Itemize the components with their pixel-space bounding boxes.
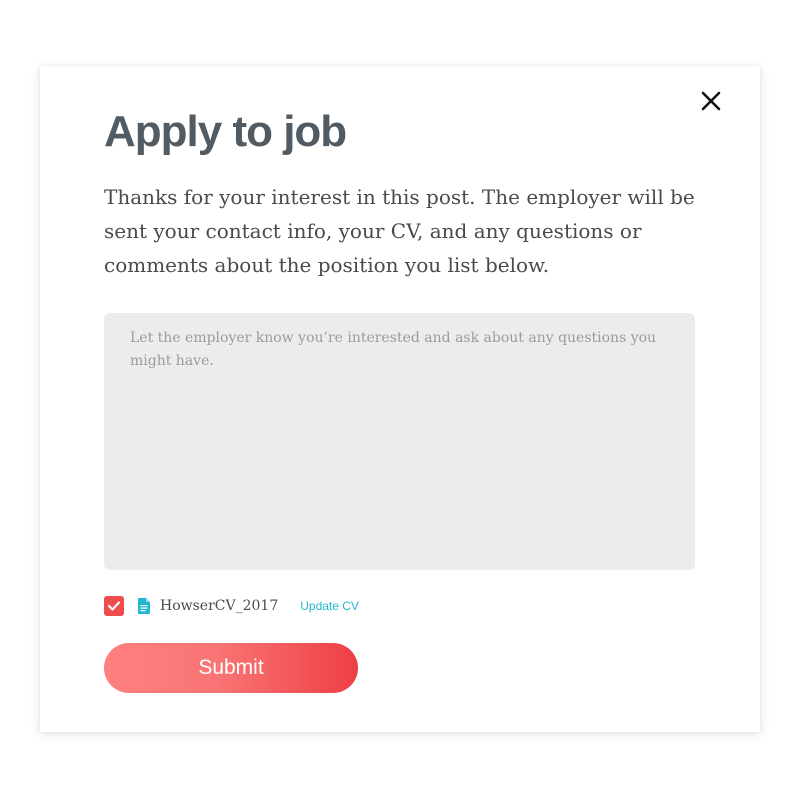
attach-cv-checkbox[interactable] — [104, 596, 124, 616]
close-icon — [701, 91, 721, 111]
submit-button[interactable]: Submit — [104, 643, 358, 693]
document-icon — [138, 598, 150, 614]
intro-text: Thanks for your interest in this post. T… — [104, 185, 695, 277]
cv-file-name: HowserCV_2017 — [160, 598, 279, 614]
apply-job-modal: Apply to job Thanks for your interest in… — [40, 66, 760, 732]
modal-title: Apply to job — [104, 107, 347, 156]
close-button[interactable] — [700, 90, 722, 112]
message-textarea[interactable] — [104, 313, 695, 570]
checkmark-icon — [107, 601, 121, 611]
cv-attachment-row: HowserCV_2017 Update CV — [104, 595, 359, 617]
update-cv-link[interactable]: Update CV — [300, 599, 359, 613]
